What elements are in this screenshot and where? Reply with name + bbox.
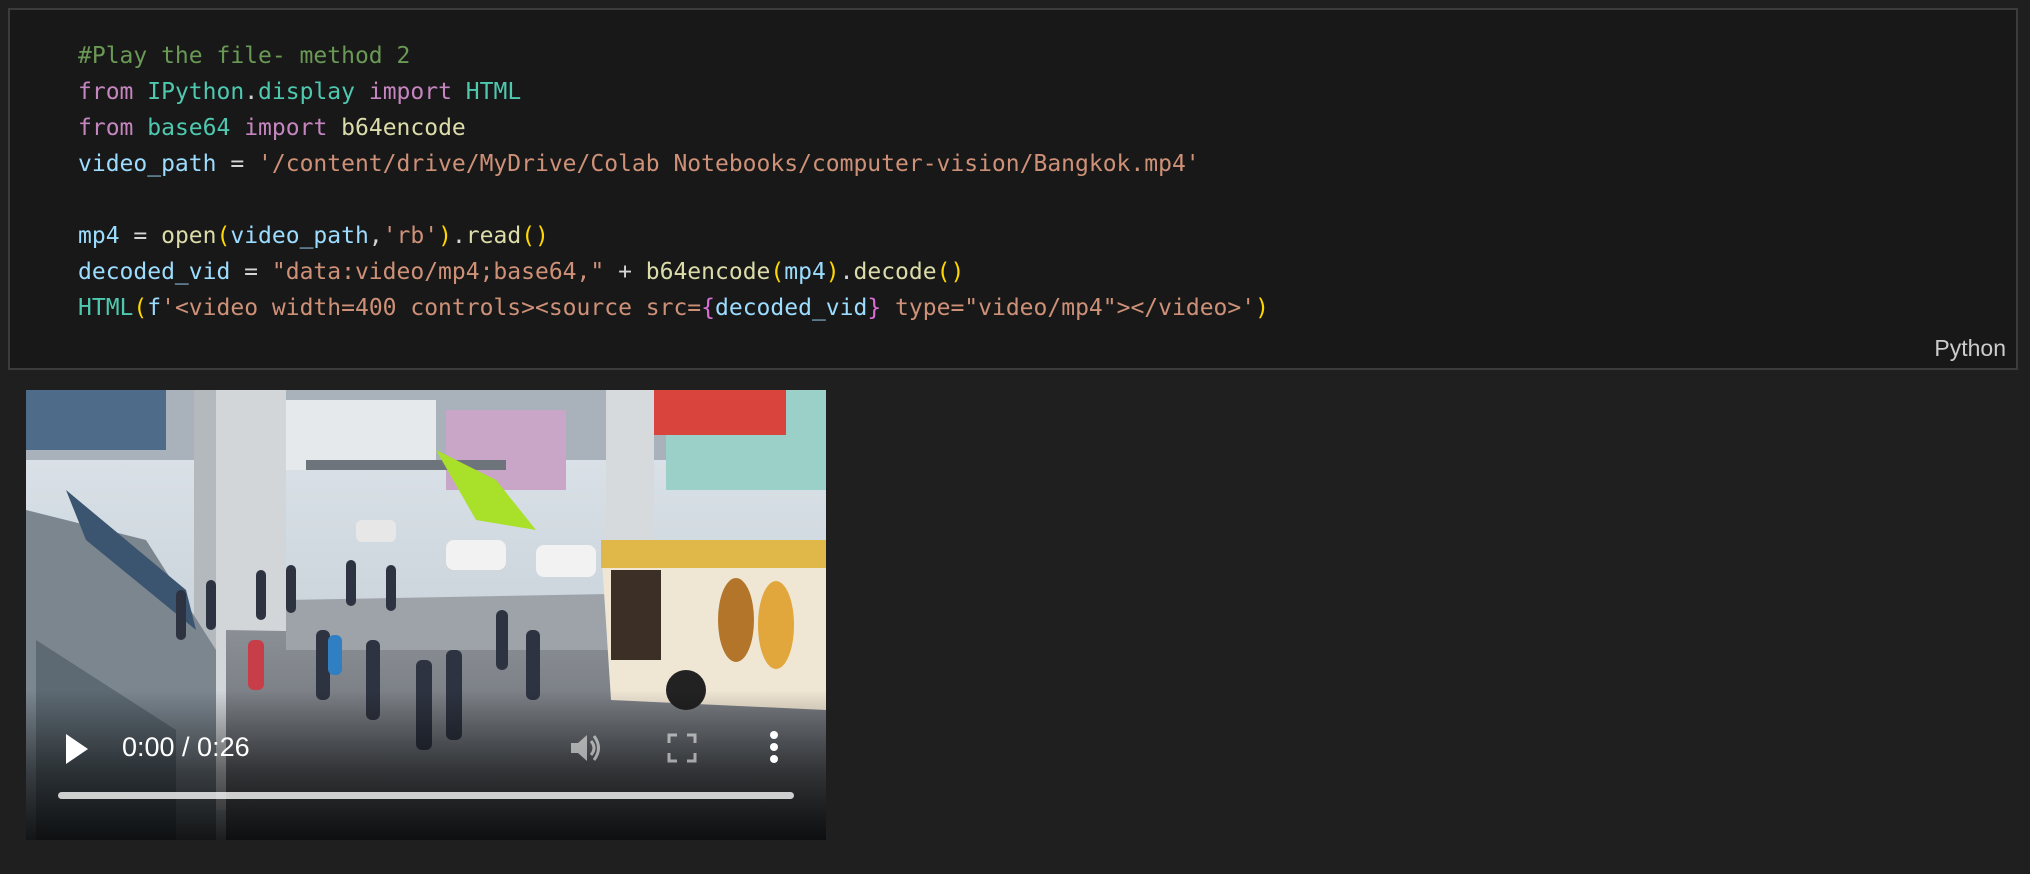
code-bracket: ) — [825, 259, 840, 285]
code-function: read — [465, 223, 522, 249]
code-string: '/content/drive/MyDrive/Colab Notebooks/… — [258, 151, 1200, 177]
code-operator: + — [604, 259, 646, 285]
code-string: '<video width=400 controls><source src= — [161, 295, 702, 321]
code-line-2: from IPython.display import HTML — [78, 74, 1269, 110]
code-variable: video_path — [230, 223, 369, 249]
controls-overlay — [26, 690, 826, 840]
code-cell[interactable]: #Play the file- method 2 from IPython.dis… — [8, 8, 2018, 370]
code-function: HTML — [78, 295, 134, 321]
code-punct: . — [244, 79, 259, 105]
code-operator: = — [230, 259, 272, 285]
code-line-6: mp4 = open(video_path,'rb').read() — [78, 218, 1269, 254]
more-options-icon[interactable] — [768, 728, 780, 766]
code-module: base64 — [147, 115, 231, 141]
language-label[interactable]: Python — [1934, 335, 2006, 362]
code-punct: . — [451, 223, 466, 249]
code-punct: , — [368, 223, 383, 249]
code-module: display — [258, 79, 355, 105]
code-name: HTML — [465, 79, 522, 105]
fullscreen-icon[interactable] — [666, 732, 698, 764]
code-function: b64encode — [645, 259, 771, 285]
code-variable: decoded_vid — [715, 295, 868, 321]
code-line-4: video_path = '/content/drive/MyDrive/Col… — [78, 146, 1269, 182]
code-variable: mp4 — [78, 223, 120, 249]
code-variable: video_path — [78, 151, 217, 177]
code-bracket: ) — [1255, 295, 1269, 321]
code-punct: . — [839, 259, 854, 285]
code-name: b64encode — [341, 115, 466, 141]
video-player[interactable]: 0:00 / 0:26 — [26, 390, 826, 840]
code-operator: = — [216, 151, 259, 177]
code-keyword: import — [368, 79, 452, 105]
code-brace: { — [701, 295, 716, 321]
code-bracket: ( — [770, 259, 785, 285]
code-brace: } — [867, 295, 882, 321]
code-string: type="video/mp4"></video>' — [881, 295, 1256, 321]
code-variable: decoded_vid — [78, 259, 231, 285]
code-string: 'rb' — [382, 223, 439, 249]
code-operator: = — [119, 223, 162, 249]
code-keyword: from — [78, 115, 134, 141]
code-variable: mp4 — [784, 259, 826, 285]
code-bracket: ) — [438, 223, 452, 249]
time-display: 0:00 / 0:26 — [122, 732, 250, 762]
play-icon[interactable] — [62, 730, 90, 768]
volume-icon[interactable] — [568, 730, 604, 766]
video-progress-bar[interactable] — [58, 792, 794, 799]
code-bracket: () — [936, 259, 965, 285]
code-module: IPython — [147, 79, 245, 105]
code-string: "data:video/mp4;base64," — [271, 259, 605, 285]
code-bracket: ( — [133, 295, 148, 321]
code-function: decode — [853, 259, 937, 285]
code-keyword: from — [78, 79, 134, 105]
code-bracket: ( — [216, 223, 231, 249]
code-string-prefix: f — [147, 295, 162, 321]
code-function: open — [161, 223, 217, 249]
code-line-8: HTML(f'<video width=400 controls><source… — [78, 290, 1269, 326]
code-line-1: #Play the file- method 2 — [78, 38, 1269, 74]
code-keyword: import — [244, 115, 328, 141]
code-line-7: decoded_vid = "data:video/mp4;base64," +… — [78, 254, 1269, 290]
code-line-3: from base64 import b64encode — [78, 110, 1269, 146]
code-bracket: () — [521, 223, 549, 249]
code-editor[interactable]: #Play the file- method 2 from IPython.dis… — [78, 38, 1269, 326]
code-comment: #Play the file- method 2 — [78, 43, 411, 69]
